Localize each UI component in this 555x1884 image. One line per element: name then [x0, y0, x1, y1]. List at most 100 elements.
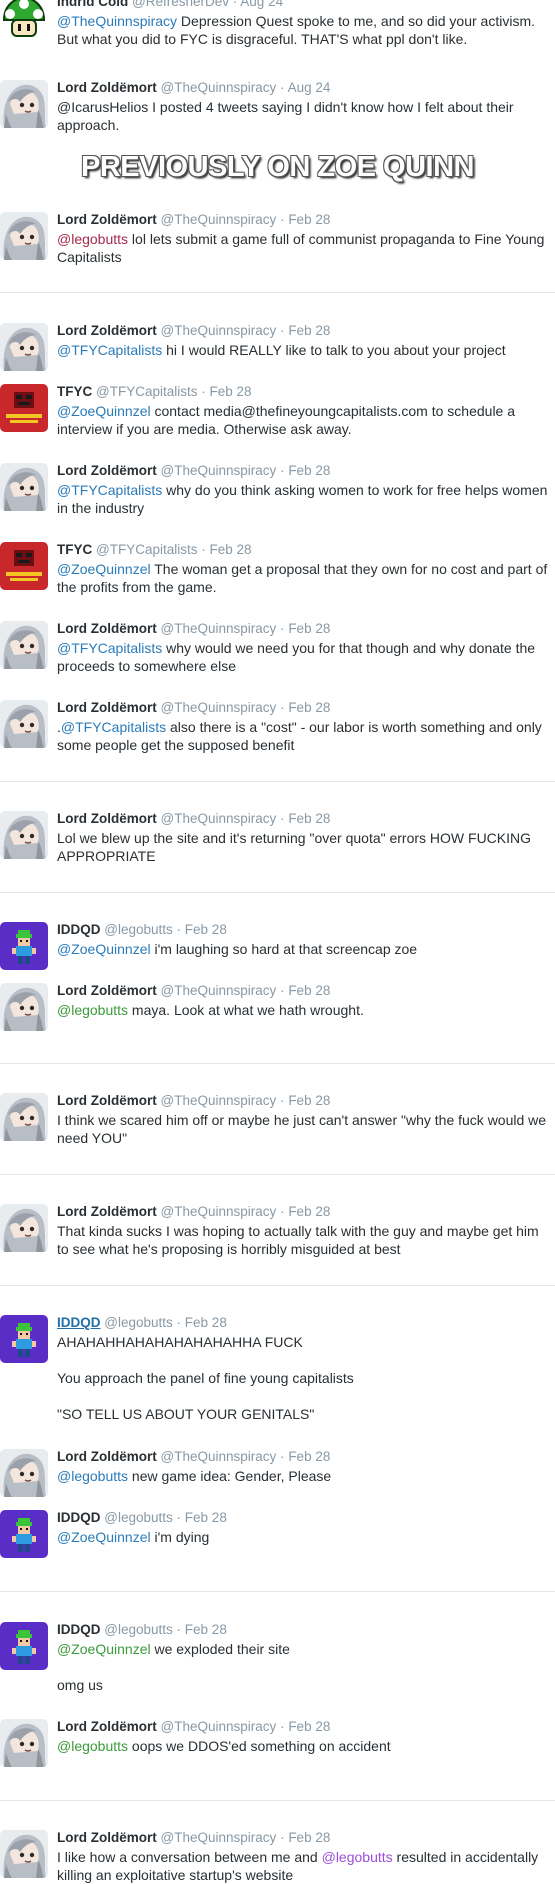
- mushroom-icon[interactable]: [0, 0, 48, 42]
- tweet-author-handle[interactable]: @TheQuinnspiracy: [161, 323, 277, 338]
- tfyc-icon[interactable]: [0, 542, 48, 590]
- tweet-mention[interactable]: @legobutts: [57, 231, 128, 247]
- tweet-mention[interactable]: @legobutts: [57, 1738, 128, 1754]
- tweet-author-name[interactable]: Lord Zoldëmort: [57, 700, 157, 715]
- tweet-author-name[interactable]: Lord Zoldëmort: [57, 811, 157, 826]
- tweet-date[interactable]: Feb 28: [288, 621, 330, 636]
- tweet-author-handle[interactable]: @TheQuinnspiracy: [161, 1093, 277, 1108]
- tweet-author-name[interactable]: IDDQD: [57, 1622, 101, 1637]
- tweet-date[interactable]: Feb 28: [210, 542, 252, 557]
- tweet-mention[interactable]: @ZoeQuinnzel: [57, 1529, 151, 1545]
- pixel-character-icon[interactable]: [0, 1510, 48, 1558]
- silver-hair-icon[interactable]: [0, 80, 48, 128]
- tweet-author-handle[interactable]: @TheQuinnspiracy: [161, 212, 277, 227]
- tweet-author-name[interactable]: Lord Zoldëmort: [57, 323, 157, 338]
- tweet-text: i'm laughing so hard at that screencap z…: [150, 941, 418, 957]
- tweet-author-name[interactable]: TFYC: [57, 542, 92, 557]
- silver-hair-icon[interactable]: [0, 700, 48, 748]
- tweet-mention[interactable]: @legobutts: [57, 1002, 128, 1018]
- tweet-separator: ·: [176, 1510, 182, 1525]
- tweet-author-name[interactable]: Lord Zoldëmort: [57, 463, 157, 478]
- tweet-author-handle[interactable]: @TheQuinnspiracy: [161, 983, 277, 998]
- tweet-mention[interactable]: @TFYCapitalists: [61, 719, 166, 735]
- tweet-author-handle[interactable]: @TheQuinnspiracy: [161, 1204, 277, 1219]
- silver-hair-icon[interactable]: [0, 212, 48, 260]
- pixel-character-icon[interactable]: [0, 1315, 48, 1363]
- tweet-author-name[interactable]: Lord Zoldëmort: [57, 621, 157, 636]
- tweet-author-handle[interactable]: @legobutts: [104, 1622, 173, 1637]
- tweet-author-handle[interactable]: @TFYCapitalists: [96, 384, 197, 399]
- tweet-mention[interactable]: @legobutts: [322, 1849, 393, 1865]
- tweet-date[interactable]: Feb 28: [288, 1449, 330, 1464]
- silver-hair-icon[interactable]: [0, 1830, 48, 1878]
- silver-hair-icon[interactable]: [0, 811, 48, 859]
- tweet-author-name[interactable]: Lord Zoldëmort: [57, 1449, 157, 1464]
- tfyc-icon[interactable]: [0, 384, 48, 432]
- tweet-author-handle[interactable]: @RefresherDev: [132, 0, 229, 9]
- tweet-mention[interactable]: @TFYCapitalists: [57, 482, 162, 498]
- silver-hair-icon[interactable]: [0, 621, 48, 669]
- tweet-author-handle[interactable]: @TheQuinnspiracy: [161, 1449, 277, 1464]
- tweet-date[interactable]: Feb 28: [185, 1510, 227, 1525]
- tweet-author-handle[interactable]: @TheQuinnspiracy: [161, 463, 277, 478]
- tweet-author-handle[interactable]: @TheQuinnspiracy: [161, 621, 277, 636]
- pixel-character-icon[interactable]: [0, 922, 48, 970]
- tweet-mention[interactable]: @TFYCapitalists: [57, 342, 162, 358]
- tweet-author-handle[interactable]: @TheQuinnspiracy: [161, 811, 277, 826]
- tweet-author-handle[interactable]: @TheQuinnspiracy: [161, 1830, 277, 1845]
- tweet-author-name[interactable]: Lord Zoldëmort: [57, 80, 157, 95]
- tweet-author-handle[interactable]: @legobutts: [104, 1315, 173, 1330]
- tweet-author-name[interactable]: Lord Zoldëmort: [57, 212, 157, 227]
- tweet-date[interactable]: Feb 28: [288, 1830, 330, 1845]
- tweet-author-handle[interactable]: @legobutts: [104, 1510, 173, 1525]
- tweet-author-handle[interactable]: @TFYCapitalists: [96, 542, 197, 557]
- divider: [0, 781, 555, 782]
- tweet-date[interactable]: Feb 28: [288, 1719, 330, 1734]
- tweet-author-name[interactable]: Indrid Cold: [57, 0, 128, 9]
- tweet-date[interactable]: Feb 28: [288, 463, 330, 478]
- tweet-date[interactable]: Aug 24: [288, 80, 331, 95]
- tweet-mention[interactable]: @ZoeQuinnzel: [57, 1641, 151, 1657]
- tweet-author-name[interactable]: Lord Zoldëmort: [57, 983, 157, 998]
- tweet-mention[interactable]: @legobutts: [57, 1468, 128, 1484]
- tweet-body: @ZoeQuinnzel we exploded their site omg …: [57, 1640, 551, 1694]
- tweet-mention[interactable]: @TFYCapitalists: [57, 640, 162, 656]
- pixel-character-icon[interactable]: [0, 1622, 48, 1670]
- silver-hair-icon[interactable]: [0, 1093, 48, 1141]
- tweet-author-name[interactable]: Lord Zoldëmort: [57, 1204, 157, 1219]
- silver-hair-icon[interactable]: [0, 983, 48, 1031]
- tweet-author-handle[interactable]: @TheQuinnspiracy: [161, 700, 277, 715]
- tweet-date[interactable]: Feb 28: [288, 323, 330, 338]
- tweet-date[interactable]: Feb 28: [210, 384, 252, 399]
- tweet-author-handle[interactable]: @TheQuinnspiracy: [161, 80, 277, 95]
- silver-hair-icon[interactable]: [0, 1204, 48, 1252]
- tweet-mention[interactable]: @ZoeQuinnzel: [57, 403, 151, 419]
- silver-hair-icon[interactable]: [0, 463, 48, 511]
- tweet-author-handle[interactable]: @TheQuinnspiracy: [161, 1719, 277, 1734]
- tweet-author-handle[interactable]: @legobutts: [104, 922, 173, 937]
- tweet-author-name[interactable]: Lord Zoldëmort: [57, 1830, 157, 1845]
- tweet-date[interactable]: Feb 28: [288, 1204, 330, 1219]
- tweet-author-name[interactable]: IDDQD: [57, 1510, 101, 1525]
- tweet-date[interactable]: Feb 28: [288, 983, 330, 998]
- tweet-author-name[interactable]: Lord Zoldëmort: [57, 1719, 157, 1734]
- tweet-date[interactable]: Aug 24: [240, 0, 283, 9]
- tweet-date[interactable]: Feb 28: [185, 1315, 227, 1330]
- tweet-date[interactable]: Feb 28: [288, 700, 330, 715]
- tweet-date[interactable]: Feb 28: [288, 212, 330, 227]
- tweet-author-name[interactable]: IDDQD: [57, 1315, 101, 1330]
- tweet-body: @legobutts lol lets submit a game full o…: [57, 230, 551, 266]
- tweet-mention[interactable]: @TheQuinnspiracy: [57, 13, 177, 29]
- tweet-date[interactable]: Feb 28: [288, 811, 330, 826]
- tweet-date[interactable]: Feb 28: [185, 922, 227, 937]
- tweet-mention[interactable]: @ZoeQuinnzel: [57, 561, 151, 577]
- silver-hair-icon[interactable]: [0, 1449, 48, 1497]
- tweet-author-name[interactable]: IDDQD: [57, 922, 101, 937]
- tweet-author-name[interactable]: Lord Zoldëmort: [57, 1093, 157, 1108]
- silver-hair-icon[interactable]: [0, 1719, 48, 1767]
- tweet-author-name[interactable]: TFYC: [57, 384, 92, 399]
- silver-hair-icon[interactable]: [0, 323, 48, 371]
- tweet-date[interactable]: Feb 28: [185, 1622, 227, 1637]
- tweet-mention[interactable]: @ZoeQuinnzel: [57, 941, 151, 957]
- tweet-date[interactable]: Feb 28: [288, 1093, 330, 1108]
